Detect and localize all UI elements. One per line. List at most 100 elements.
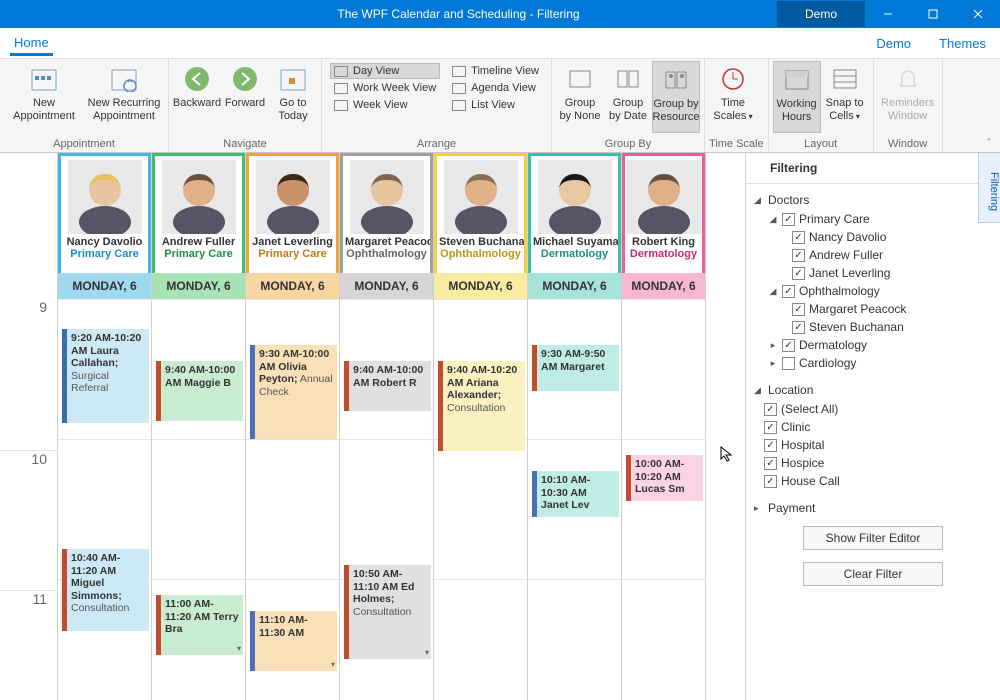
resource-specialty: Dermatology bbox=[625, 248, 702, 260]
go-to-today-button[interactable]: Go to Today bbox=[269, 61, 317, 133]
resource-header[interactable]: Steven Buchanan Ophthalmology bbox=[434, 153, 527, 273]
time-scales-button[interactable]: Time Scales bbox=[709, 61, 757, 133]
resource-header[interactable]: Robert King Dermatology bbox=[622, 153, 705, 273]
appointment[interactable]: 9:40 AM-10:00 AM Robert R bbox=[344, 361, 431, 411]
day-header[interactable]: MONDAY, 6 bbox=[340, 273, 433, 299]
day-body[interactable]: 9:30 AM-9:50 AM Margaret 10:10 AM-10:30 A… bbox=[528, 299, 621, 700]
ribbon-collapse-button[interactable]: ˇ bbox=[982, 136, 996, 150]
forward-button[interactable]: Forward bbox=[221, 61, 269, 133]
demo-link[interactable]: Demo bbox=[872, 31, 915, 56]
group-by-resource-button[interactable]: Group by Resource bbox=[652, 61, 700, 133]
resource-name: Nancy Davolio bbox=[61, 234, 148, 248]
resource-column: Nancy Davolio Primary CareMONDAY, 69:20 … bbox=[58, 153, 152, 700]
time-slot: 9 bbox=[0, 299, 57, 451]
resource-header[interactable]: Janet Leverling Primary Care bbox=[246, 153, 339, 273]
demo-badge: Demo bbox=[777, 1, 865, 27]
show-filter-editor-button[interactable]: Show Filter Editor bbox=[803, 526, 943, 550]
work-week-view-item[interactable]: Work Week View bbox=[330, 80, 440, 96]
payment-section-header[interactable]: ▸Payment bbox=[754, 498, 992, 518]
tree-item[interactable]: Nancy Davolio bbox=[754, 228, 992, 246]
ophthalmology-node[interactable]: ◢Ophthalmology bbox=[754, 282, 992, 300]
day-body[interactable]: 9:30 AM-10:00 AM Olivia Peyton; Annual C… bbox=[246, 299, 339, 700]
appointment[interactable]: 10:00 AM-10:20 AM Lucas Sm bbox=[626, 455, 703, 501]
cardiology-node[interactable]: ▸Cardiology bbox=[754, 354, 992, 372]
day-body[interactable]: 9:40 AM-10:00 AM Maggie B 11:00 AM-11:20 … bbox=[152, 299, 245, 700]
tab-home[interactable]: Home bbox=[10, 30, 53, 56]
location-item[interactable]: Hospital bbox=[754, 436, 992, 454]
location-section-header[interactable]: ◢Location bbox=[754, 380, 992, 400]
calendar-pane: 91011 Nancy Davolio Primary CareMONDAY, … bbox=[0, 153, 745, 700]
day-header[interactable]: MONDAY, 6 bbox=[622, 273, 705, 299]
day-view-item[interactable]: Day View bbox=[330, 63, 440, 79]
group-by-none-button[interactable]: Group by None bbox=[556, 61, 604, 133]
appointment[interactable]: 9:30 AM-9:50 AM Margaret bbox=[532, 345, 619, 391]
ribbon-group-arrange: Arrange bbox=[326, 137, 547, 152]
agenda-view-item[interactable]: Agenda View bbox=[448, 80, 543, 96]
resource-name: Robert King bbox=[625, 234, 702, 248]
location-item[interactable]: Hospice bbox=[754, 454, 992, 472]
clear-filter-button[interactable]: Clear Filter bbox=[803, 562, 943, 586]
resource-specialty: Ophthalmology bbox=[343, 248, 430, 260]
appointment[interactable]: 9:20 AM-10:20 AM Laura Callahan; Surgica… bbox=[62, 329, 149, 423]
menubar: Home Demo Themes bbox=[0, 28, 1000, 58]
appointment[interactable]: 11:10 AM-11:30 AM ▾ bbox=[250, 611, 337, 671]
avatar bbox=[162, 160, 236, 234]
day-header[interactable]: MONDAY, 6 bbox=[246, 273, 339, 299]
resource-header[interactable]: Michael Suyama Dermatology bbox=[528, 153, 621, 273]
resource-name: Janet Leverling bbox=[249, 234, 336, 248]
window-title: The WPF Calendar and Scheduling - Filter… bbox=[140, 7, 777, 21]
tree-item[interactable]: Margaret Peacock bbox=[754, 300, 992, 318]
filter-panel: Filtering ◢Doctors ◢Primary Care Nancy D… bbox=[745, 153, 1000, 700]
appointment[interactable]: 9:40 AM-10:00 AM Maggie B bbox=[156, 361, 243, 421]
day-body[interactable]: 9:40 AM-10:20 AM Ariana Alexander; Consu… bbox=[434, 299, 527, 700]
day-header[interactable]: MONDAY, 6 bbox=[152, 273, 245, 299]
week-view-item[interactable]: Week View bbox=[330, 97, 440, 113]
location-item[interactable]: (Select All) bbox=[754, 400, 992, 418]
primary-care-node[interactable]: ◢Primary Care bbox=[754, 210, 992, 228]
day-header[interactable]: MONDAY, 6 bbox=[434, 273, 527, 299]
minimize-button[interactable] bbox=[865, 0, 910, 28]
day-body[interactable]: 9:40 AM-10:00 AM Robert R 10:50 AM-11:10 … bbox=[340, 299, 433, 700]
group-by-date-button[interactable]: Group by Date bbox=[604, 61, 652, 133]
themes-link[interactable]: Themes bbox=[935, 31, 990, 56]
new-appointment-button[interactable]: New Appointment bbox=[4, 61, 84, 133]
day-body[interactable]: 10:00 AM-10:20 AM Lucas Sm bbox=[622, 299, 705, 700]
appointment[interactable]: 10:40 AM-11:20 AM Miguel Simmons; Consul… bbox=[62, 549, 149, 631]
timeline-view-item[interactable]: Timeline View bbox=[448, 63, 543, 79]
appointment[interactable]: 11:00 AM-11:20 AM Terry Bra▾ bbox=[156, 595, 243, 655]
new-recurring-appointment-button[interactable]: New Recurring Appointment bbox=[84, 61, 164, 133]
ribbon-group-appointment: Appointment bbox=[4, 137, 164, 152]
resource-specialty: Primary Care bbox=[61, 248, 148, 260]
location-item[interactable]: Clinic bbox=[754, 418, 992, 436]
resource-specialty: Primary Care bbox=[155, 248, 242, 260]
appointment[interactable]: 10:50 AM-11:10 AM Ed Holmes; Consultatio… bbox=[344, 565, 431, 659]
filtering-side-tab[interactable]: Filtering bbox=[978, 153, 1000, 223]
tree-item[interactable]: Andrew Fuller bbox=[754, 246, 992, 264]
appointment[interactable]: 10:10 AM-10:30 AM Janet Lev bbox=[532, 471, 619, 517]
resource-header[interactable]: Nancy Davolio Primary Care bbox=[58, 153, 151, 273]
maximize-button[interactable] bbox=[910, 0, 955, 28]
appointment[interactable]: 9:40 AM-10:20 AM Ariana Alexander; Consu… bbox=[438, 361, 525, 451]
resource-header[interactable]: Andrew Fuller Primary Care bbox=[152, 153, 245, 273]
tree-item[interactable]: Janet Leverling bbox=[754, 264, 992, 282]
working-hours-button[interactable]: Working Hours bbox=[773, 61, 821, 133]
resource-specialty: Dermatology bbox=[531, 248, 618, 260]
tree-item[interactable]: Steven Buchanan bbox=[754, 318, 992, 336]
reminders-window-button[interactable]: Reminders Window bbox=[878, 61, 938, 133]
dermatology-node[interactable]: ▸Dermatology bbox=[754, 336, 992, 354]
location-item[interactable]: House Call bbox=[754, 472, 992, 490]
avatar bbox=[538, 160, 612, 234]
appointment[interactable]: 9:30 AM-10:00 AM Olivia Peyton; Annual C… bbox=[250, 345, 337, 439]
day-header[interactable]: MONDAY, 6 bbox=[58, 273, 151, 299]
resource-header[interactable]: Margaret Peacock Ophthalmology bbox=[340, 153, 433, 273]
day-body[interactable]: 9:20 AM-10:20 AM Laura Callahan; Surgica… bbox=[58, 299, 151, 700]
snap-to-cells-button[interactable]: Snap to Cells bbox=[821, 61, 869, 133]
close-button[interactable] bbox=[955, 0, 1000, 28]
day-header[interactable]: MONDAY, 6 bbox=[528, 273, 621, 299]
resource-specialty: Primary Care bbox=[249, 248, 336, 260]
time-slot: 10 bbox=[0, 451, 57, 591]
list-view-item[interactable]: List View bbox=[448, 97, 543, 113]
doctors-section-header[interactable]: ◢Doctors bbox=[754, 190, 992, 210]
avatar bbox=[350, 160, 424, 234]
backward-button[interactable]: Backward bbox=[173, 61, 221, 133]
